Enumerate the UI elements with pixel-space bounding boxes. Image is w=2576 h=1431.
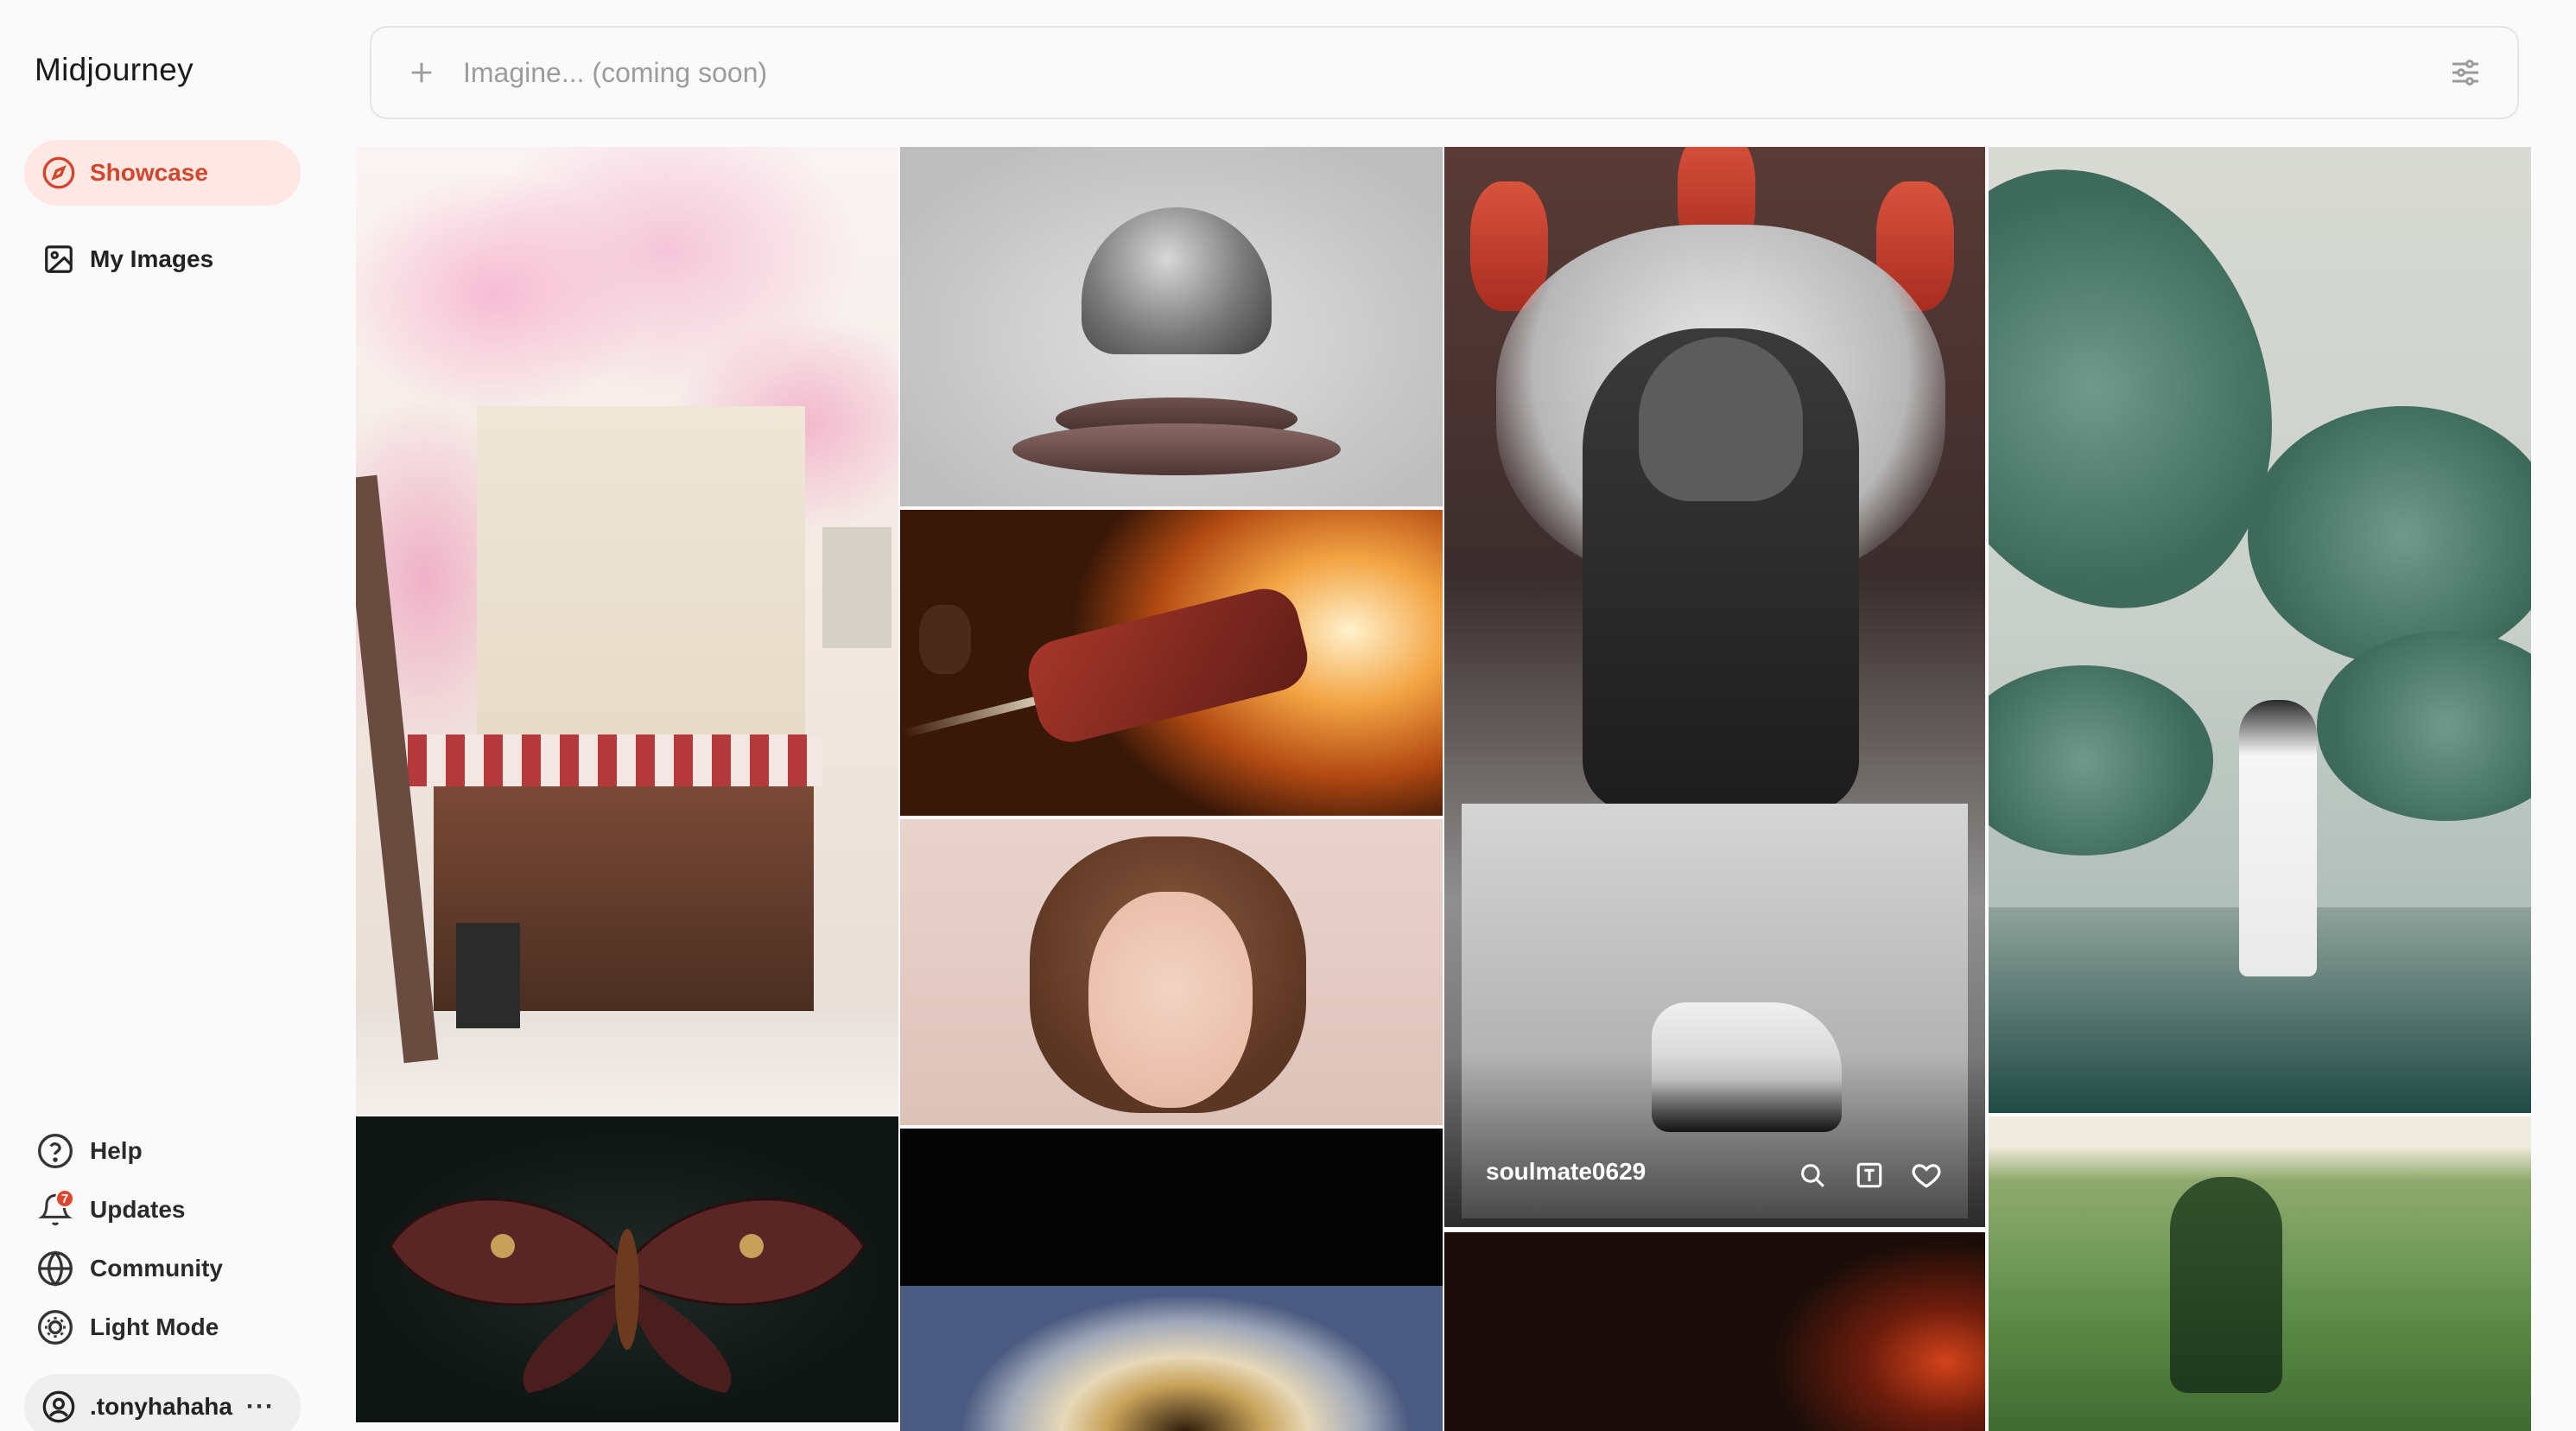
- compass-icon: [40, 154, 78, 192]
- globe-icon: [35, 1248, 76, 1289]
- image-detail: [2170, 1177, 2282, 1393]
- nav-showcase[interactable]: Showcase: [24, 140, 301, 206]
- user-circle-icon: [40, 1388, 78, 1426]
- gallery-image-teeth[interactable]: [900, 1286, 1443, 1431]
- updates-badge: 7: [55, 1189, 74, 1208]
- imagine-bar: [370, 26, 2519, 119]
- image-detail: [1989, 1116, 2531, 1148]
- image-detail: [2239, 700, 2317, 976]
- hover-overlay: [1444, 1054, 1985, 1227]
- username: .tonyhahaha: [90, 1393, 232, 1420]
- updates-label: Updates: [90, 1196, 186, 1223]
- gallery-image-fire[interactable]: [1444, 1232, 1985, 1431]
- community-link[interactable]: Community: [35, 1244, 223, 1293]
- updates-link[interactable]: 7 Updates: [35, 1186, 185, 1234]
- image-detail: [356, 1011, 898, 1115]
- nav-showcase-label: Showcase: [90, 159, 208, 186]
- gallery-image-moth[interactable]: [356, 1116, 898, 1422]
- plus-icon[interactable]: [404, 55, 439, 90]
- search-icon[interactable]: [1793, 1156, 1831, 1194]
- image-detail: [919, 605, 971, 674]
- user-account-menu[interactable]: .tonyhahaha ···: [24, 1374, 301, 1431]
- nav-my-images[interactable]: My Images: [24, 226, 301, 292]
- imagine-input[interactable]: [463, 56, 2445, 89]
- heart-icon[interactable]: [1907, 1156, 1945, 1194]
- gallery-image-hoodie-throne[interactable]: soulmate0629: [1444, 147, 1985, 1227]
- image-detail: [2248, 406, 2531, 665]
- gallery-image-samurai-helmet[interactable]: [900, 147, 1443, 506]
- moth-illustration: [389, 1198, 866, 1393]
- nav-my-images-label: My Images: [90, 245, 214, 272]
- app-logo[interactable]: Midjourney: [35, 52, 194, 88]
- settings-sliders-icon[interactable]: [2445, 52, 2486, 93]
- image-detail: [408, 735, 822, 786]
- image-detail: [456, 923, 520, 1028]
- gallery-image-spaceship[interactable]: [900, 510, 1443, 816]
- community-label: Community: [90, 1255, 223, 1282]
- help-link[interactable]: Help: [35, 1127, 143, 1175]
- image-detail: [1021, 582, 1315, 749]
- image-detail: [1639, 337, 1803, 501]
- image-detail: [1082, 207, 1272, 354]
- image-actions: [1793, 1156, 1945, 1194]
- image-icon: [40, 240, 78, 278]
- help-label: Help: [90, 1137, 143, 1164]
- image-detail: [822, 527, 891, 648]
- text-prompt-icon[interactable]: [1850, 1156, 1888, 1194]
- light-mode-toggle[interactable]: Light Mode: [35, 1303, 219, 1352]
- image-author[interactable]: soulmate0629: [1486, 1158, 1646, 1186]
- image-detail: [1989, 665, 2213, 855]
- gallery-image-lotus-woman[interactable]: [1989, 147, 2531, 1113]
- more-options-icon[interactable]: ···: [246, 1392, 275, 1421]
- image-detail: [1088, 892, 1253, 1108]
- light-mode-label: Light Mode: [90, 1313, 219, 1340]
- bell-icon: 7: [35, 1189, 76, 1231]
- sidebar: Midjourney Showcase My Images Help 7 Upd…: [0, 0, 328, 1431]
- sun-icon: [35, 1307, 76, 1348]
- gallery-image-black[interactable]: [900, 1129, 1443, 1286]
- image-detail: [1012, 423, 1341, 475]
- gallery-image-green-field[interactable]: [1989, 1116, 2531, 1431]
- question-circle-icon: [35, 1130, 76, 1172]
- gallery-image-portrait[interactable]: [900, 819, 1443, 1125]
- image-detail: [2317, 631, 2531, 821]
- gallery-image-cherry-blossom-cafe[interactable]: [356, 147, 898, 1115]
